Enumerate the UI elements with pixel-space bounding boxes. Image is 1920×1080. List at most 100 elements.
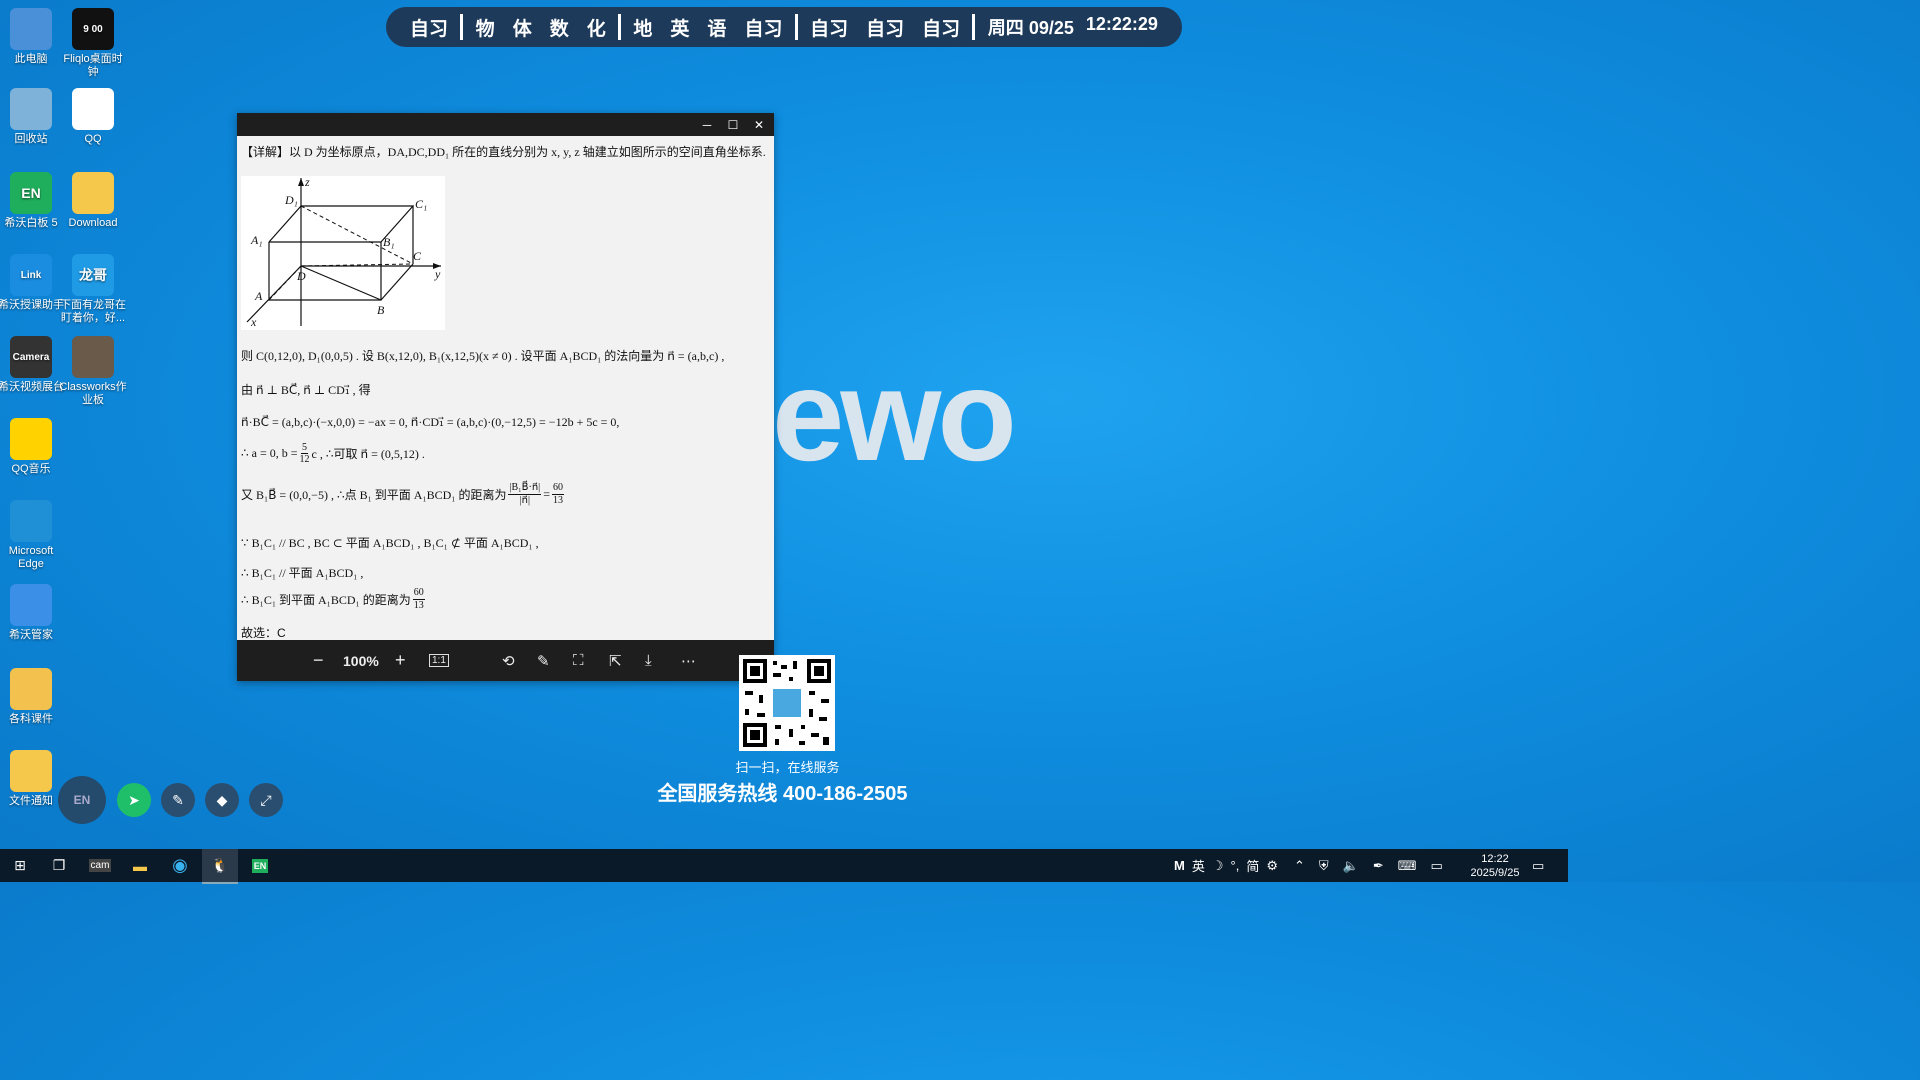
schedule-divider (618, 14, 622, 40)
share-icon[interactable]: ⇱ (609, 652, 622, 670)
zoom-out-button[interactable]: − (313, 650, 324, 671)
fraction-denominator: 13 (413, 600, 424, 611)
fraction-numerator: 60 (412, 587, 425, 600)
class-schedule-bar: 自习 物 体 数 化 地 英 语 自习 自习 自习 自习 周四 09/25 12… (386, 7, 1182, 47)
cuboid-diagram: z y x D₁ C₁ A₁ B₁ C D A B (246, 175, 441, 329)
desktop-icon-label: 希沃管家 (9, 629, 53, 641)
solution-image: 【详解】以 D 为坐标原点，DA,DC,DD₁ 所在的直线分别为 x, y, z… (237, 136, 774, 640)
qq-penguin-icon (72, 88, 114, 130)
ime-settings-icon[interactable]: ⚙ (1266, 858, 1278, 874)
ime-language[interactable]: 英 (1192, 856, 1205, 875)
en-logo-icon: EN (73, 793, 91, 807)
task-view-icon: ❐ (52, 857, 66, 873)
more-options-icon[interactable]: ⋯ (681, 652, 696, 670)
desktop-icon-label: Download (68, 217, 118, 229)
schedule-period: 数 (549, 18, 569, 40)
viewer-titlebar[interactable]: ─ ☐ ✕ (237, 113, 774, 136)
schedule-period: 自习 (810, 18, 849, 40)
maximize-button[interactable]: ☐ (720, 118, 746, 132)
image-viewer-window[interactable]: ─ ☐ ✕ 【详解】以 D 为坐标原点，DA,DC,DD₁ 所在的直线分别为 x… (237, 113, 774, 681)
desktop-icon-link[interactable]: Link 希沃授课助手 (0, 254, 66, 312)
display-icon[interactable]: ▭ (1431, 858, 1443, 874)
desktop-icon-folder-files[interactable]: 各科课件 (0, 668, 66, 726)
schedule-period: 自习 (866, 18, 905, 40)
taskbar-en-whiteboard[interactable]: EN (244, 849, 276, 882)
desktop-icon-shield[interactable]: 希沃管家 (0, 584, 66, 642)
desktop-icon-peek[interactable]: 龙哥 下面有龙哥在盯着你，好... (58, 254, 128, 325)
close-button[interactable]: ✕ (746, 118, 772, 132)
taskbar-edge[interactable]: ◉ (164, 849, 196, 882)
volume-icon[interactable]: 🔈 (1343, 858, 1359, 874)
keyboard-icon[interactable]: ⌨ (1398, 858, 1417, 874)
solution-line: 又 B₁B⃗ = (0,0,−5) , ∴点 B₁ 到平面 A₁BCD₁ 的距离… (241, 482, 566, 507)
download-icon[interactable]: ⤓ (645, 652, 652, 669)
clock[interactable]: 12:22 2025/9/25 (1466, 849, 1524, 882)
fraction: |B₁B⃗·n⃗| |n⃗| (508, 482, 542, 507)
desktop-icon-label: 此电脑 (14, 53, 48, 65)
ime-logo[interactable]: M (1174, 858, 1185, 873)
qr-caption: 扫一扫，在线服务 (735, 760, 840, 775)
task-view-button[interactable]: ❐ (42, 849, 76, 882)
desktop-icon-portrait[interactable]: Classworks作业板 (58, 336, 128, 407)
taskbar-file-explorer[interactable]: ▬ (124, 849, 156, 882)
fig-label-a1: A₁ (250, 233, 263, 247)
eraser-tool-button[interactable]: ◆ (205, 783, 239, 817)
schedule-period: 英 (670, 18, 690, 40)
ime-moon[interactable]: ☽ (1212, 858, 1224, 874)
screenshot-tool-button[interactable]: ⤢ (249, 783, 283, 817)
expand-icon: ⤢ (260, 791, 272, 808)
fig-label-a: A (254, 289, 263, 303)
fraction: 60 13 (412, 587, 425, 612)
folder-icon: ▬ (133, 857, 147, 874)
chevron-up-icon[interactable]: ⌃ (1294, 858, 1305, 874)
fraction-denominator: 12 (299, 454, 310, 465)
solution-line: 故选：C (241, 626, 286, 640)
ime-punctuation[interactable]: °, (1231, 858, 1240, 873)
desktop-icon-edge[interactable]: Microsoft Edge (0, 500, 66, 571)
start-button[interactable]: ⊞ (2, 849, 38, 882)
schedule-period: 自习 (922, 18, 961, 40)
service-qr-code (739, 655, 835, 751)
desktop-icon-label: 希沃白板 5 (4, 217, 58, 229)
rotate-icon[interactable]: ⟲ (502, 652, 515, 670)
ime-simplified[interactable]: 简 (1246, 856, 1259, 875)
taskbar: ⊞ ❐ cam ▬ ◉ 🐧 EN M 英 ☽ °, 简 ⚙ ⌃ ⛨ 🔈 ✒ ⌨ … (0, 849, 1568, 884)
desktop-icon-camera[interactable]: Camera 希沃视频展台 (0, 336, 66, 394)
cursor-icon: ➤ (128, 791, 140, 808)
schedule-period: 地 (633, 18, 653, 40)
desktop-icon-warning-folder[interactable]: 文件通知 (0, 750, 66, 808)
desktop-icon-en-whiteboard[interactable]: EN 希沃白板 5 (0, 172, 66, 230)
fraction: 5 12 (300, 442, 310, 465)
fraction-numerator: |B₁B⃗·n⃗| (508, 482, 542, 495)
pen-icon: ✎ (172, 791, 184, 808)
ime-bar[interactable]: M 英 ☽ °, 简 ⚙ (1174, 849, 1278, 882)
taskbar-qq[interactable]: 🐧 (202, 849, 238, 884)
desktop-icon-label: Classworks作业板 (59, 381, 127, 406)
security-shield-icon[interactable]: ⛨ (1319, 858, 1329, 874)
notification-center-icon[interactable]: ▭ (1532, 849, 1544, 882)
desktop-icon-qq-penguin[interactable]: QQ (58, 88, 128, 146)
edge-icon: ◉ (172, 855, 188, 875)
zoom-level[interactable]: 100% (343, 653, 379, 669)
fraction-denominator: |n⃗| (519, 495, 530, 506)
edit-pen-icon[interactable]: ✎ (537, 652, 550, 670)
desktop-icon-recycle-bin[interactable]: 回收站 (0, 88, 66, 146)
desktop-icon-qq-music[interactable]: QQ音乐 (0, 418, 66, 476)
desktop-icon-flip-clock[interactable]: 9 00 Fliqlo桌面时钟 (58, 8, 128, 79)
ocr-scan-icon[interactable]: ⛶ (573, 652, 584, 669)
qq-penguin-icon: 🐧 (211, 857, 229, 873)
actual-size-button[interactable]: 1:1 (429, 654, 449, 667)
schedule-day: 周四 09/25 (987, 18, 1074, 38)
minimize-button[interactable]: ─ (694, 118, 720, 132)
select-tool-button[interactable]: ➤ (117, 783, 151, 817)
pen-tool-button[interactable]: ✎ (161, 783, 195, 817)
recycle-bin-icon (10, 88, 52, 130)
solution-text: c , ∴可取 n⃗ = (0,5,12) . (311, 447, 425, 461)
fraction-numerator: 5 (301, 442, 308, 454)
taskbar-camera-app[interactable]: cam (84, 849, 116, 882)
desktop-icon-computer[interactable]: 此电脑 (0, 8, 66, 66)
en-whiteboard-toggle[interactable]: EN (58, 776, 106, 824)
desktop-icon-folder[interactable]: Download (58, 172, 128, 230)
pen-workspace-icon[interactable]: ✒ (1373, 858, 1384, 874)
zoom-in-button[interactable]: + (395, 650, 406, 671)
